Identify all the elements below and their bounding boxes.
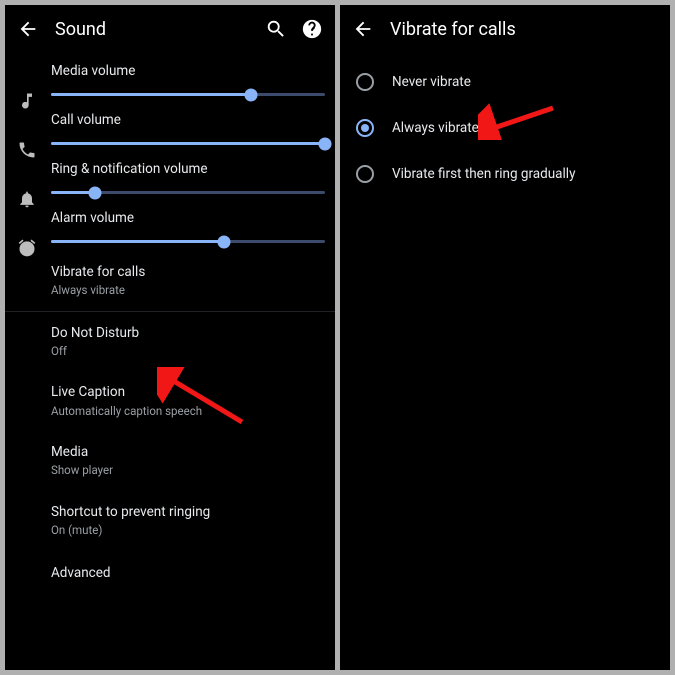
- search-icon[interactable]: [265, 18, 287, 40]
- sound-settings-screen: Sound Media volume Call volume: [5, 5, 335, 670]
- radio-label: Never vibrate: [392, 74, 471, 90]
- radio-always-vibrate[interactable]: Always vibrate: [340, 105, 670, 151]
- radio-never-vibrate[interactable]: Never vibrate: [340, 59, 670, 105]
- shortcut-item[interactable]: Shortcut to prevent ringing On (mute): [5, 491, 335, 551]
- radio-vibrate-first[interactable]: Vibrate first then ring gradually: [340, 151, 670, 197]
- ring-volume-row: Ring & notification volume: [5, 153, 335, 202]
- item-primary: Live Caption: [51, 383, 325, 401]
- item-secondary: Automatically caption speech: [51, 404, 325, 420]
- item-primary: Do Not Disturb: [51, 324, 325, 342]
- content: Media volume Call volume Ring & notifica…: [5, 53, 335, 589]
- media-item[interactable]: Media Show player: [5, 431, 335, 491]
- slider-label: Ring & notification volume: [51, 161, 325, 177]
- header: Vibrate for calls: [340, 5, 670, 53]
- advanced-item[interactable]: Advanced: [5, 551, 335, 589]
- back-icon[interactable]: [352, 18, 374, 40]
- help-icon[interactable]: [301, 18, 323, 40]
- media-volume-row: Media volume: [5, 55, 335, 104]
- vibrate-for-calls-item[interactable]: Vibrate for calls Always vibrate: [5, 251, 335, 312]
- radio-label: Vibrate first then ring gradually: [392, 166, 575, 182]
- item-primary: Shortcut to prevent ringing: [51, 503, 325, 521]
- item-secondary: Show player: [51, 463, 325, 479]
- item-primary: Media: [51, 443, 325, 461]
- vibrate-for-calls-screen: Vibrate for calls Never vibrate Always v…: [340, 5, 670, 670]
- header-actions: [265, 18, 323, 40]
- call-volume-slider[interactable]: [51, 142, 325, 145]
- back-icon[interactable]: [17, 18, 39, 40]
- media-volume-slider[interactable]: [51, 93, 325, 96]
- slider-label: Alarm volume: [51, 210, 325, 226]
- alarm-volume-row: Alarm volume: [5, 202, 335, 251]
- item-secondary: Always vibrate: [51, 283, 325, 299]
- alarm-volume-slider[interactable]: [51, 240, 325, 243]
- radio-icon: [356, 73, 374, 91]
- radio-icon: [356, 165, 374, 183]
- item-primary: Vibrate for calls: [51, 263, 325, 281]
- radio-icon: [356, 119, 374, 137]
- slider-label: Media volume: [51, 63, 325, 79]
- item-secondary: On (mute): [51, 523, 325, 539]
- page-title: Sound: [55, 19, 265, 40]
- header: Sound: [5, 5, 335, 53]
- radio-label: Always vibrate: [392, 120, 479, 136]
- radio-list: Never vibrate Always vibrate Vibrate fir…: [340, 53, 670, 197]
- slider-label: Call volume: [51, 112, 325, 128]
- ring-volume-slider[interactable]: [51, 191, 325, 194]
- item-secondary: Off: [51, 344, 325, 360]
- page-title: Vibrate for calls: [390, 19, 658, 40]
- dnd-item[interactable]: Do Not Disturb Off: [5, 312, 335, 372]
- alarm-icon: [17, 238, 37, 258]
- live-caption-item[interactable]: Live Caption Automatically caption speec…: [5, 371, 335, 431]
- call-volume-row: Call volume: [5, 104, 335, 153]
